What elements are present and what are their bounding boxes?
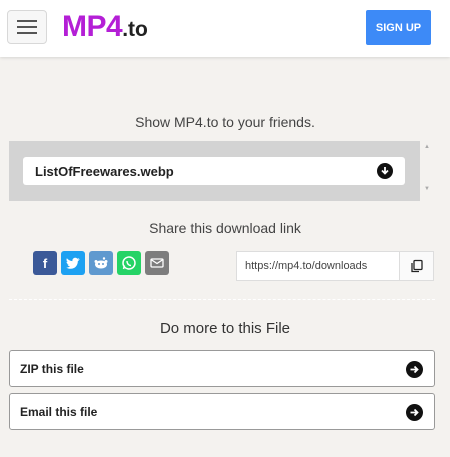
menu-bar-icon	[17, 20, 37, 22]
reddit-icon[interactable]	[89, 251, 113, 275]
sign-up-button[interactable]: SIGN UP	[366, 10, 431, 45]
scroll-up-icon[interactable]: ▲	[424, 144, 432, 150]
arrow-right-icon	[406, 361, 423, 378]
email-icon[interactable]	[145, 251, 169, 275]
copy-button[interactable]	[399, 252, 433, 280]
file-name: ListOfFreewares.webp	[35, 163, 174, 179]
top-navbar: MP4 .to SIGN UP	[0, 0, 450, 57]
download-arrow-icon[interactable]	[377, 163, 393, 179]
section-divider	[9, 299, 435, 300]
menu-bar-icon	[17, 26, 37, 28]
file-select[interactable]: ListOfFreewares.webp	[23, 157, 405, 185]
menu-bar-icon	[17, 32, 37, 34]
do-more-title: Do more to this File	[159, 320, 291, 337]
whatsapp-icon[interactable]	[117, 251, 141, 275]
copy-icon	[410, 259, 423, 273]
email-file-label: Email this file	[20, 404, 98, 419]
zip-file-button[interactable]: ZIP this file	[9, 350, 435, 387]
logo-tld: .to	[122, 18, 148, 41]
twitter-icon[interactable]	[61, 251, 85, 275]
share-link-title: Share this download link	[149, 220, 301, 236]
share-link-input[interactable]	[237, 252, 399, 280]
file-select-box: ListOfFreewares.webp	[9, 141, 420, 201]
logo-brand: MP4	[62, 10, 123, 43]
zip-file-label: ZIP this file	[20, 361, 84, 376]
email-file-button[interactable]: Email this file	[9, 393, 435, 430]
scroll-down-icon[interactable]: ▼	[424, 186, 432, 192]
site-logo[interactable]: MP4 .to	[62, 10, 148, 44]
social-share-buttons: f	[33, 251, 169, 275]
facebook-icon[interactable]: f	[33, 251, 57, 275]
share-prompt: Show MP4.to to your friends.	[135, 114, 315, 130]
hamburger-menu-button[interactable]	[7, 10, 47, 44]
share-link-group	[236, 251, 434, 281]
arrow-right-icon	[406, 404, 423, 421]
